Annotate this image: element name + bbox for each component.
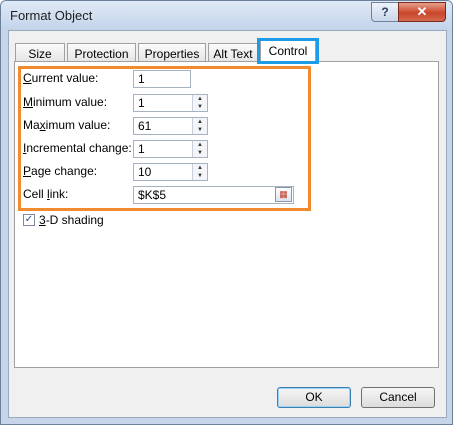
cell-link-label: Cell link: [23,187,69,201]
tab-protection[interactable]: Protection [67,43,136,63]
tab-properties[interactable]: Properties [138,43,206,63]
tab-alt-text[interactable]: Alt Text [208,43,258,63]
format-object-dialog: Format Object ? ✕ Size Protection Proper… [0,0,453,425]
page-change-label: Page change: [23,164,98,178]
current-value-input[interactable]: 1 [133,70,191,88]
minimum-value-spinner[interactable]: ▲ ▼ [192,95,207,111]
spin-down-icon[interactable]: ▼ [193,172,207,180]
3d-shading-checkbox[interactable]: ✓ [23,214,35,226]
3d-shading-label: 3-D shading [39,213,104,227]
maximum-value-input[interactable]: 61 ▲ ▼ [133,117,208,135]
maximum-value-spinner[interactable]: ▲ ▼ [192,118,207,134]
tab-control[interactable]: Control [260,40,316,64]
dialog-body: Size Protection Properties Alt Text Cont… [8,30,447,418]
spin-down-icon[interactable]: ▼ [193,126,207,134]
title-bar: Format Object ? ✕ [1,1,452,30]
spin-up-icon[interactable]: ▲ [193,95,207,103]
range-select-icon[interactable]: ▦ [275,187,292,202]
page-change-input[interactable]: 10 ▲ ▼ [133,163,208,181]
ok-button[interactable]: OK [277,387,351,408]
spin-down-icon[interactable]: ▼ [193,103,207,111]
current-value-label: Current value: [23,71,99,85]
incremental-change-label: Incremental change: [23,141,132,155]
spin-down-icon[interactable]: ▼ [193,149,207,157]
spin-up-icon[interactable]: ▲ [193,118,207,126]
tab-size[interactable]: Size [15,43,65,63]
page-change-spinner[interactable]: ▲ ▼ [192,164,207,180]
cancel-button[interactable]: Cancel [361,387,435,408]
incremental-change-spinner[interactable]: ▲ ▼ [192,141,207,157]
minimum-value-input[interactable]: 1 ▲ ▼ [133,94,208,112]
spin-up-icon[interactable]: ▲ [193,164,207,172]
cell-link-input[interactable]: $K$5 ▦ [133,186,294,204]
incremental-change-input[interactable]: 1 ▲ ▼ [133,140,208,158]
help-button[interactable]: ? [371,2,399,22]
close-button[interactable]: ✕ [398,2,446,22]
maximum-value-label: Maximum value: [23,118,111,132]
spin-up-icon[interactable]: ▲ [193,141,207,149]
dialog-title: Format Object [10,8,93,23]
minimum-value-label: Minimum value: [23,95,108,109]
